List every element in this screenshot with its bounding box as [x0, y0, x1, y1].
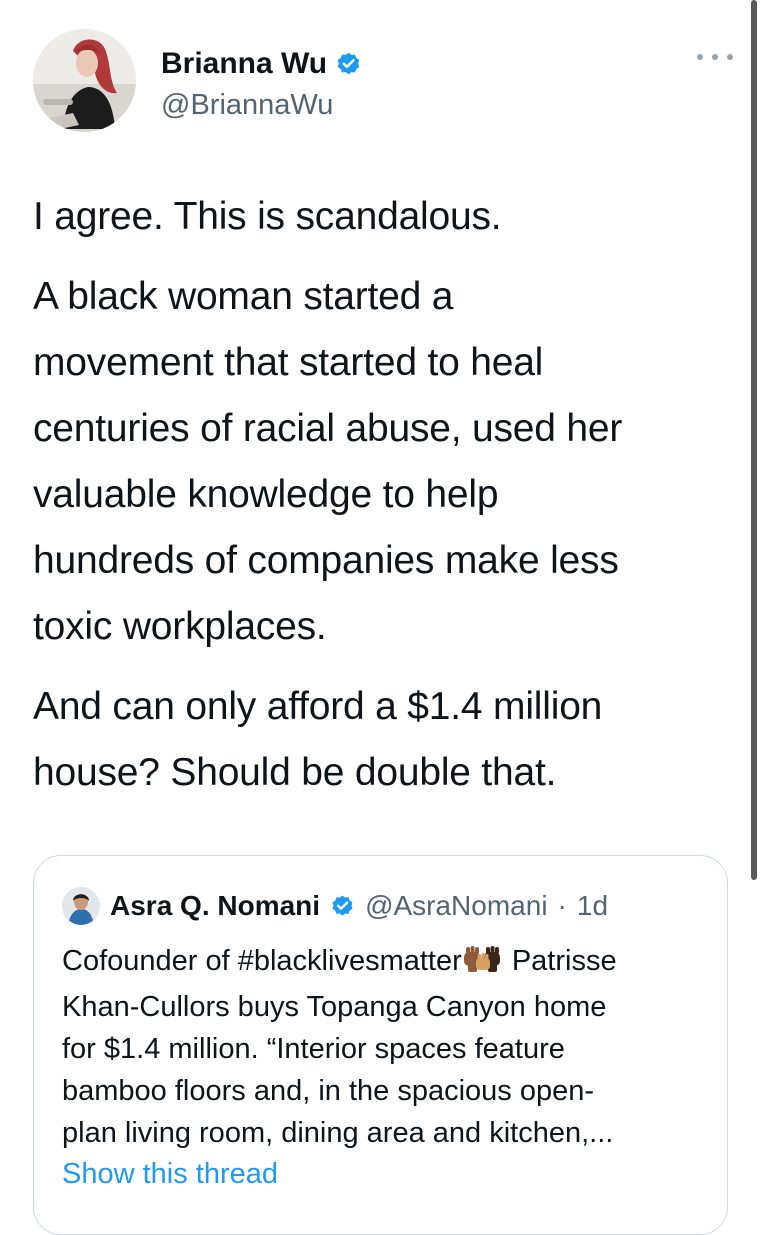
- tweet-paragraph: A black woman started a movement that st…: [33, 275, 623, 648]
- separator-dot: ·: [557, 890, 567, 921]
- quoted-tweet-header: Asra Q. Nomani @AsraNomani · 1d: [62, 886, 608, 926]
- quoted-tweet-text: Cofounder of #blacklivesmatter Patrisse …: [62, 940, 712, 1154]
- quoted-avatar[interactable]: [62, 887, 100, 925]
- avatar[interactable]: [33, 29, 136, 132]
- quoted-timestamp[interactable]: 1d: [577, 890, 608, 922]
- quoted-author-name[interactable]: Asra Q. Nomani: [110, 890, 320, 922]
- quoted-tweet-card[interactable]: Asra Q. Nomani @AsraNomani · 1d Cofounde…: [33, 855, 728, 1235]
- tweet-paragraph: And can only afford a $1.4 million house…: [33, 685, 603, 794]
- author-name[interactable]: Brianna Wu: [161, 47, 327, 81]
- verified-badge-icon: [330, 894, 355, 919]
- quoted-text-part: Cofounder of #blacklivesmatter: [62, 945, 462, 977]
- scrollbar[interactable]: [751, 0, 757, 880]
- raised-fists-emoji-icon: [462, 944, 504, 986]
- tweet-header: Brianna Wu @BriannaWu: [33, 29, 733, 134]
- show-thread-link[interactable]: Show this thread: [62, 1158, 278, 1191]
- author-handle[interactable]: @BriannaWu: [161, 89, 333, 122]
- quoted-author-handle[interactable]: @AsraNomani: [365, 890, 547, 922]
- verified-badge-icon: [335, 51, 362, 78]
- quoted-avatar-image: [62, 887, 100, 925]
- avatar-image: [33, 29, 136, 132]
- author-name-line: Brianna Wu: [161, 44, 362, 84]
- tweet-paragraph: I agree. This is scandalous.: [33, 195, 502, 238]
- more-options-icon[interactable]: [697, 51, 733, 63]
- tweet-text: I agree. This is scandalous. A black wom…: [33, 184, 733, 820]
